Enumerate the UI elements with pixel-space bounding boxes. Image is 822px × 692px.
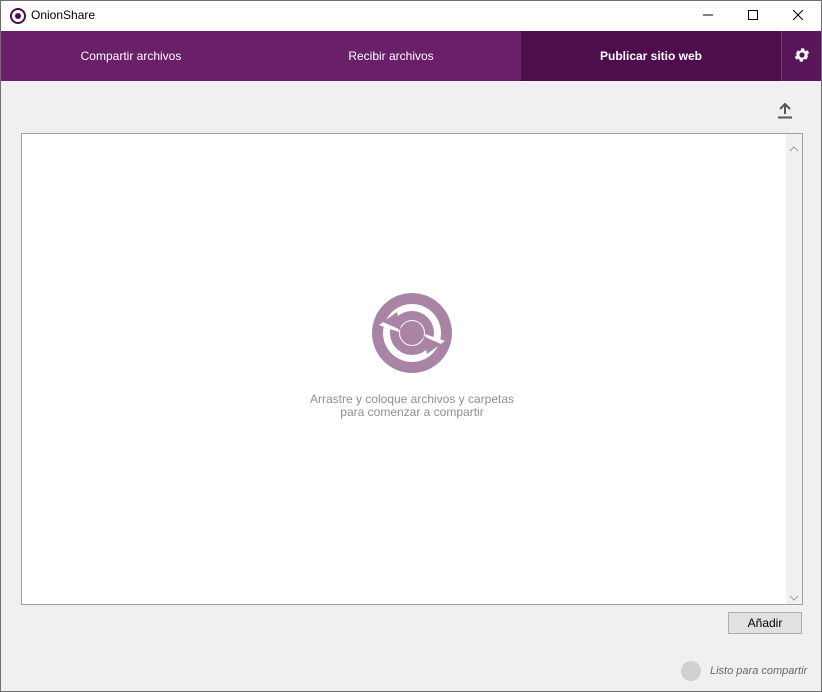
upload-button[interactable] <box>773 101 797 123</box>
maximize-icon <box>748 7 758 25</box>
chevron-up-icon[interactable] <box>789 140 799 158</box>
status-indicator <box>681 661 701 681</box>
settings-button[interactable] <box>781 31 821 81</box>
app-window: OnionShare Compartir archivos Recibir ar… <box>0 0 822 692</box>
onionshare-drop-logo-icon <box>371 292 453 374</box>
add-button[interactable]: Añadir <box>728 612 802 634</box>
vertical-scrollbar[interactable] <box>786 134 802 604</box>
onionshare-logo-icon <box>10 8 26 24</box>
minimize-icon <box>703 7 713 25</box>
mode-tab-bar: Compartir archivos Recibir archivos Publ… <box>1 31 821 81</box>
tab-label: Publicar sitio web <box>599 49 703 63</box>
drop-hint-line-2: para comenzar a compartir <box>340 405 484 419</box>
tab-label: Recibir archivos <box>348 49 434 63</box>
close-button[interactable] <box>775 1 821 31</box>
chevron-down-icon[interactable] <box>789 589 799 607</box>
tab-share-files[interactable]: Compartir archivos <box>1 31 261 81</box>
file-drop-zone[interactable]: Arrastre y coloque archivos y carpetas p… <box>21 133 803 605</box>
gear-icon <box>793 46 811 67</box>
title-bar[interactable]: OnionShare <box>1 1 821 31</box>
maximize-button[interactable] <box>730 1 776 31</box>
tab-receive-files[interactable]: Recibir archivos <box>261 31 521 81</box>
tab-label: Compartir archivos <box>80 49 182 63</box>
upload-icon <box>777 101 793 124</box>
tab-publish-website[interactable]: Publicar sitio web <box>521 31 781 81</box>
drop-hint-line-1: Arrastre y coloque archivos y carpetas <box>309 392 515 406</box>
status-text: Listo para compartir <box>710 665 808 677</box>
window-title: OnionShare <box>31 8 96 22</box>
close-icon <box>792 7 804 25</box>
minimize-button[interactable] <box>685 1 731 31</box>
